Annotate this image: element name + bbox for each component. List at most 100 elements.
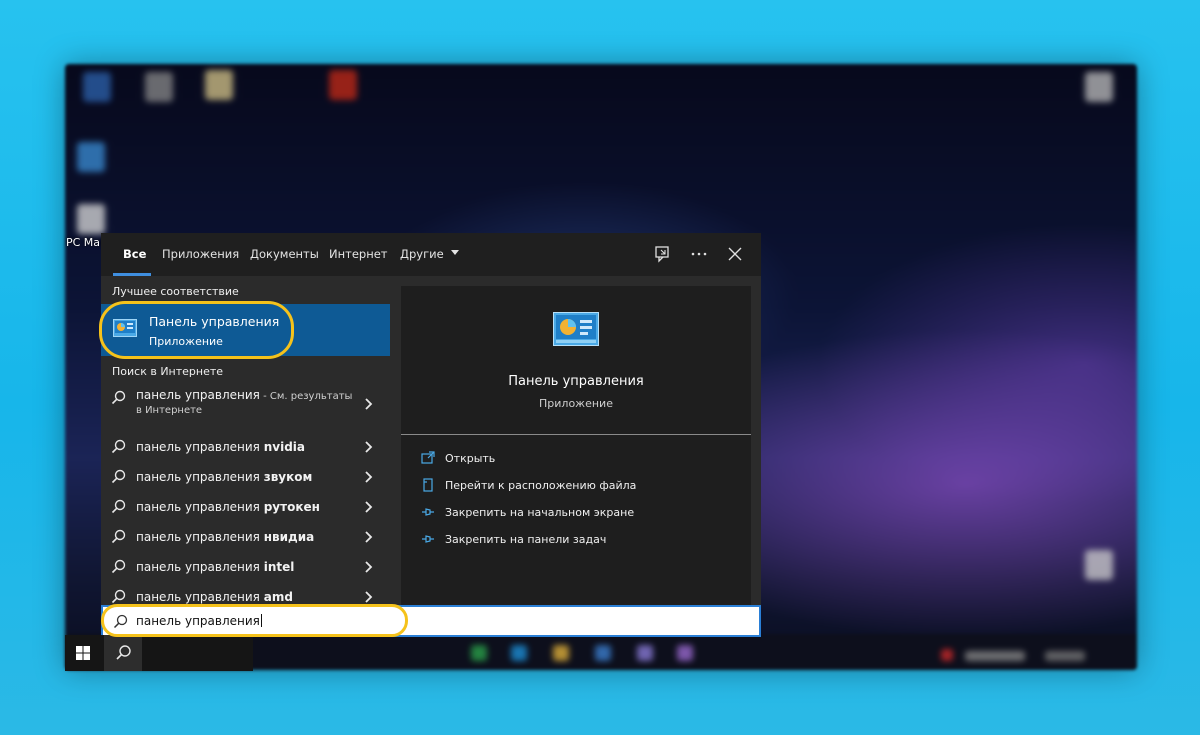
tray-icon xyxy=(941,649,953,661)
suggestion-base: панель управления xyxy=(136,500,264,514)
suggestion-text: панель управления intel xyxy=(136,560,294,574)
open-icon xyxy=(421,451,435,464)
suggestion-base: панель управления xyxy=(136,560,264,574)
preview-subtitle: Приложение xyxy=(539,397,613,410)
taskbar-app-icon xyxy=(595,645,611,661)
best-match-heading: Лучшее соответствие xyxy=(112,285,239,298)
close-icon[interactable] xyxy=(725,244,745,264)
desktop-icon xyxy=(77,204,105,234)
windows-start-icon[interactable] xyxy=(65,635,101,671)
suggestion-row[interactable]: панель управления нвидиа xyxy=(101,522,390,552)
search-input[interactable]: панель управления xyxy=(101,605,761,637)
web-search-query: панель управления xyxy=(136,388,260,402)
web-search-suffix: - См. результаты xyxy=(259,391,353,402)
tab-documents[interactable]: Документы xyxy=(250,247,319,261)
suggestion-text: панель управления нвидиа xyxy=(136,530,314,544)
desktop-icon xyxy=(1085,550,1113,580)
tab-other[interactable]: Другие xyxy=(400,247,460,261)
suggestion-base: панель управления xyxy=(136,530,264,544)
taskbar-app-icon xyxy=(677,645,693,661)
control-panel-icon xyxy=(553,312,599,346)
chevron-right-icon[interactable] xyxy=(364,397,374,411)
desktop-icon xyxy=(205,70,233,100)
search-input-value: панель управления xyxy=(136,614,262,628)
suggestion-row[interactable]: панель управления nvidia xyxy=(101,432,390,462)
action-label: Закрепить на панели задач xyxy=(445,533,607,546)
preview-title: Панель управления xyxy=(508,374,644,389)
more-icon[interactable] xyxy=(689,244,709,264)
tab-all[interactable]: Все xyxy=(123,247,146,261)
chevron-right-icon[interactable] xyxy=(364,560,374,574)
control-panel-icon xyxy=(113,319,137,337)
suggestion-bold: звуком xyxy=(263,470,313,484)
taskbar-app-icon xyxy=(511,645,527,661)
desktop-icon xyxy=(1085,72,1113,102)
feedback-icon[interactable] xyxy=(653,244,673,264)
tab-apps[interactable]: Приложения xyxy=(162,247,239,261)
pin-icon xyxy=(422,535,434,543)
suggestion-bold: нвидиа xyxy=(263,530,315,544)
web-search-text: панель управления - См. результаты xyxy=(136,388,352,402)
search-icon xyxy=(116,645,131,660)
taskbar-app-icon xyxy=(471,645,487,661)
suggestion-bold: intel xyxy=(263,560,295,574)
start-search-panel: Все Приложения Документы Интернет Другие… xyxy=(101,233,761,605)
caret-down-icon xyxy=(451,250,460,255)
chevron-right-icon[interactable] xyxy=(364,440,374,454)
best-match-result[interactable]: Панель управления Приложение xyxy=(101,304,390,356)
suggestion-bold: amd xyxy=(263,590,293,604)
chevron-right-icon[interactable] xyxy=(364,470,374,484)
divider xyxy=(401,434,751,435)
desktop-icon xyxy=(329,70,357,100)
search-icon xyxy=(111,390,126,405)
taskbar xyxy=(65,635,253,671)
action-label: Открыть xyxy=(445,452,496,465)
suggestion-row[interactable]: панель управления рутокен xyxy=(101,492,390,522)
suggestion-text: панель управления звуком xyxy=(136,470,312,484)
action-label: Закрепить на начальном экране xyxy=(445,506,635,519)
web-search-heading: Поиск в Интернете xyxy=(112,365,224,378)
search-icon xyxy=(111,559,126,574)
results-list: Лучшее соответствие Панель управления Пр… xyxy=(101,276,390,605)
chevron-right-icon[interactable] xyxy=(364,590,374,604)
web-search-line2: в Интернете xyxy=(136,405,203,416)
action-label: Перейти к расположению файла xyxy=(445,479,637,492)
taskbar-app-icon xyxy=(637,645,653,661)
desktop-icon xyxy=(77,142,105,172)
tab-internet[interactable]: Интернет xyxy=(329,247,388,261)
preview-pane: Панель управления Приложение Открыть Пер… xyxy=(401,286,751,605)
chevron-right-icon[interactable] xyxy=(364,530,374,544)
web-search-result[interactable]: панель управления - См. результаты в Инт… xyxy=(101,383,390,425)
search-icon xyxy=(111,589,126,604)
text-caret xyxy=(260,614,262,627)
taskbar-search-button[interactable] xyxy=(104,635,142,671)
desktop-icon xyxy=(83,72,111,102)
search-icon xyxy=(113,614,128,629)
suggestion-base: панель управления xyxy=(136,590,264,604)
tray-icon xyxy=(1045,651,1085,661)
taskbar-app-icon xyxy=(553,645,569,661)
best-match-type: Приложение xyxy=(149,335,223,348)
search-icon xyxy=(111,439,126,454)
pin-icon xyxy=(422,508,434,516)
search-query: панель управления xyxy=(136,614,260,628)
search-icon xyxy=(111,529,126,544)
suggestion-bold: рутокен xyxy=(263,500,320,514)
suggestion-bold: nvidia xyxy=(263,440,305,454)
tray-icon xyxy=(965,651,1025,661)
suggestion-base: панель управления xyxy=(136,470,264,484)
suggestion-text: панель управления рутокен xyxy=(136,500,320,514)
search-icon xyxy=(111,469,126,484)
desktop-icon xyxy=(145,72,173,102)
suggestion-text: панель управления nvidia xyxy=(136,440,305,454)
search-icon xyxy=(111,499,126,514)
file-location-icon xyxy=(423,478,433,492)
suggestion-row[interactable]: панель управления звуком xyxy=(101,462,390,492)
best-match-name: Панель управления xyxy=(149,314,280,329)
suggestion-base: панель управления xyxy=(136,440,264,454)
filter-tabs: Все Приложения Документы Интернет Другие xyxy=(101,233,761,276)
chevron-right-icon[interactable] xyxy=(364,500,374,514)
tab-other-label: Другие xyxy=(400,247,444,261)
suggestion-row[interactable]: панель управления amd xyxy=(101,582,390,605)
suggestion-row[interactable]: панель управления intel xyxy=(101,552,390,582)
